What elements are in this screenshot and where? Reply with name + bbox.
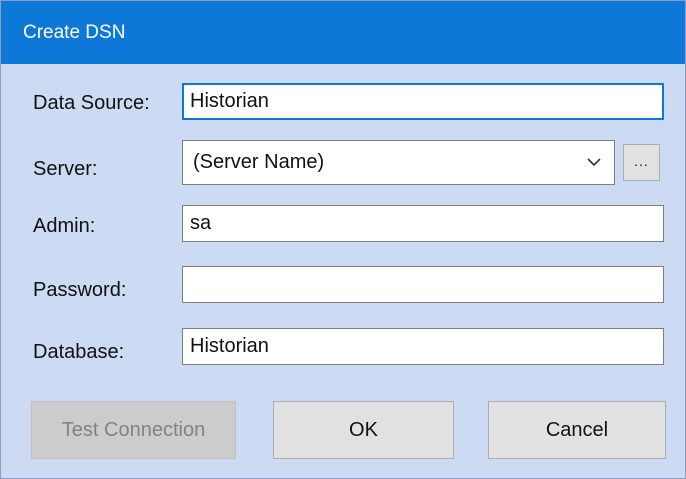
chevron-down-icon xyxy=(587,158,601,167)
password-label: Password: xyxy=(33,279,127,301)
window-title: Create DSN xyxy=(23,22,126,43)
data-source-label: Data Source: xyxy=(33,92,150,114)
database-input[interactable] xyxy=(182,328,664,365)
password-input[interactable] xyxy=(182,266,664,303)
create-dsn-dialog: Create DSN Data Source: Server: (Server … xyxy=(0,0,686,479)
database-label: Database: xyxy=(33,341,125,363)
server-select-value: (Server Name) xyxy=(193,151,325,173)
admin-label: Admin: xyxy=(33,215,96,237)
ok-button[interactable]: OK xyxy=(273,401,454,459)
title-bar: Create DSN xyxy=(1,1,685,64)
data-source-input[interactable] xyxy=(182,83,664,120)
server-select[interactable]: (Server Name) xyxy=(182,140,615,185)
admin-input[interactable] xyxy=(182,205,664,242)
server-browse-button[interactable]: ... xyxy=(623,144,660,181)
cancel-button[interactable]: Cancel xyxy=(488,401,666,459)
server-label: Server: xyxy=(33,158,98,180)
test-connection-button[interactable]: Test Connection xyxy=(31,401,236,459)
